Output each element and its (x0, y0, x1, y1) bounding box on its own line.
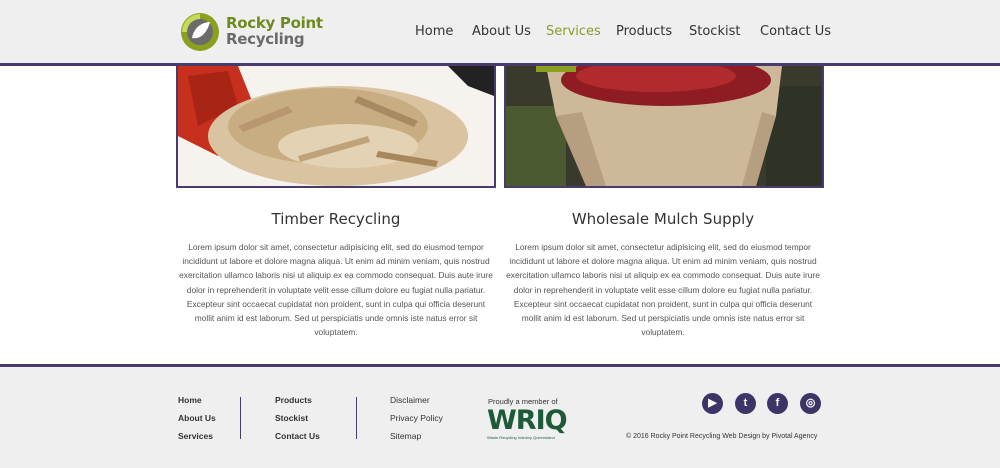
youtube-icon[interactable]: ▶ (702, 393, 723, 414)
site-header: Rocky Point Recycling Home About Us Serv… (0, 0, 1000, 66)
nav-contact-us[interactable]: Contact Us (760, 24, 831, 39)
service-description: Lorem ipsum dolor sit amet, consectetur … (179, 242, 493, 338)
nav-about-us[interactable]: About Us (472, 24, 531, 39)
timber-recycling-image (176, 66, 496, 188)
copyright-text: © 2016 Rocky Point Recycling Web Design … (626, 433, 818, 440)
nav-home[interactable]: Home (415, 24, 453, 39)
twitter-icon[interactable]: t (735, 393, 756, 414)
footer-divider (356, 397, 357, 439)
facebook-icon[interactable]: f (767, 393, 788, 414)
nav-services[interactable]: Services (546, 24, 601, 39)
footer-link-privacy-policy[interactable]: Privacy Policy (390, 413, 443, 423)
service-timber-recycling: Timber Recycling Lorem ipsum dolor sit a… (177, 210, 495, 339)
service-title: Timber Recycling (271, 210, 401, 228)
footer-link-contact-us[interactable]: Contact Us (275, 431, 320, 441)
service-title: Wholesale Mulch Supply (571, 210, 755, 228)
footer-link-disclaimer[interactable]: Disclaimer (390, 395, 430, 405)
footer-link-services[interactable]: Services (178, 431, 213, 441)
footer-link-stockist[interactable]: Stockist (275, 413, 308, 423)
footer-divider (240, 397, 241, 439)
instagram-icon[interactable]: ◎ (800, 393, 821, 414)
service-wholesale-mulch: Wholesale Mulch Supply Lorem ipsum dolor… (504, 210, 822, 339)
footer-link-about-us[interactable]: About Us (178, 413, 216, 423)
mulch-bag-image (504, 66, 824, 188)
nav-products[interactable]: Products (616, 24, 672, 39)
footer-link-sitemap[interactable]: Sitemap (390, 431, 421, 441)
wriq-logo[interactable]: WRIQ Waste Recycling Industry Queensland (487, 407, 577, 443)
nav-stockist[interactable]: Stockist (689, 24, 740, 39)
main-nav: Home About Us Services Products Stockist… (0, 24, 1000, 44)
site-footer: Home About Us Services Products Stockist… (0, 364, 1000, 468)
footer-link-products[interactable]: Products (275, 395, 312, 405)
wriq-logo-text: WRIQ (487, 405, 568, 436)
service-description: Lorem ipsum dolor sit amet, consectetur … (506, 242, 820, 338)
footer-link-home[interactable]: Home (178, 395, 202, 405)
